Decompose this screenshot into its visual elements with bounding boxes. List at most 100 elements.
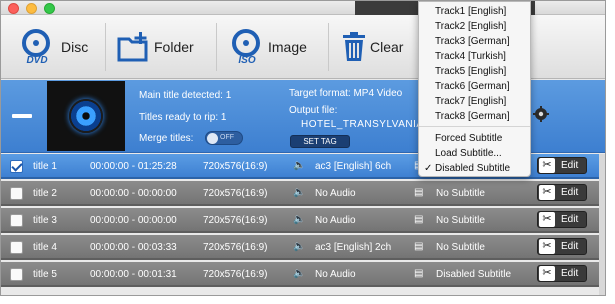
title-resolution: 720x576(16:9): [203, 215, 268, 226]
title-resolution: 720x576(16:9): [203, 161, 268, 172]
gear-icon[interactable]: [533, 106, 549, 122]
subtitle-track-option[interactable]: Track5 [English]: [419, 64, 530, 79]
speaker-icon: 🔈: [293, 160, 306, 171]
collapse-panel-button[interactable]: [12, 114, 32, 118]
subtitle-file-icon: ▤: [414, 187, 424, 198]
title-duration: 00:00:00 - 00:00:00: [90, 215, 177, 226]
svg-text:ISO: ISO: [238, 55, 255, 65]
toggle-knob: [207, 133, 218, 144]
title-resolution: 720x576(16:9): [203, 269, 268, 280]
title-checkbox[interactable]: [10, 241, 23, 254]
disc-artwork-icon: [69, 99, 103, 133]
subtitle-file-icon: ▤: [414, 214, 424, 225]
target-format[interactable]: Target format: MP4 Video: [289, 88, 402, 99]
subtitle-track-option[interactable]: Track2 [English]: [419, 19, 530, 34]
toolbar-divider: [216, 23, 217, 71]
edit-label: Edit: [561, 187, 579, 198]
subtitle-track-option[interactable]: Track3 [German]: [419, 34, 530, 49]
subtitle-select[interactable]: No Subtitle: [436, 242, 485, 253]
edit-button[interactable]: ✂ Edit: [537, 265, 587, 282]
title-name: title 5: [33, 269, 57, 280]
audio-track-select[interactable]: No Audio: [315, 188, 356, 199]
speaker-icon: 🔈: [293, 214, 306, 225]
minimize-window-button[interactable]: [26, 3, 37, 14]
audio-track-select[interactable]: ac3 [English] 2ch: [315, 242, 391, 253]
title-checkbox[interactable]: [10, 160, 23, 173]
subtitle-dropdown-menu: Track1 [English] Track2 [English] Track3…: [418, 1, 531, 177]
subtitle-track-option[interactable]: Track8 [German]: [419, 109, 530, 124]
merge-titles-label: Merge titles:: [139, 133, 194, 144]
titles-ready: Titles ready to rip: 1: [139, 112, 227, 123]
load-disc-button[interactable]: DVD Disc: [16, 29, 88, 65]
subtitle-select[interactable]: Disabled Subtitle: [436, 269, 511, 280]
output-file-label: Output file:: [289, 105, 338, 116]
title-row[interactable]: title 3 00:00:00 - 00:00:00 720x576(16:9…: [1, 208, 605, 233]
disc-thumbnail: [47, 81, 125, 151]
scrollbar[interactable]: [599, 154, 605, 295]
title-duration: 00:00:00 - 01:25:28: [90, 161, 177, 172]
merge-titles-toggle[interactable]: OFF: [205, 131, 243, 145]
audio-track-select[interactable]: No Audio: [315, 215, 356, 226]
title-checkbox[interactable]: [10, 214, 23, 227]
dvd-disc-icon: DVD: [22, 29, 50, 65]
folder-plus-icon: [117, 32, 148, 62]
subtitle-file-icon: ▤: [414, 241, 424, 252]
title-name: title 4: [33, 242, 57, 253]
clear-label: Clear: [370, 39, 404, 55]
checkmark-icon: ✓: [424, 163, 433, 174]
title-resolution: 720x576(16:9): [203, 242, 268, 253]
title-name: title 2: [33, 188, 57, 199]
title-resolution: 720x576(16:9): [203, 188, 268, 199]
image-label: Image: [268, 39, 307, 55]
set-tag-button[interactable]: SET TAG: [290, 135, 350, 148]
title-row[interactable]: title 4 00:00:00 - 00:03:33 720x576(16:9…: [1, 235, 605, 260]
zoom-window-button[interactable]: [44, 3, 55, 14]
svg-text:DVD: DVD: [26, 55, 47, 65]
output-file-name[interactable]: HOTEL_TRANSYLVANIA: [301, 119, 424, 130]
disabled-subtitle-option[interactable]: ✓ Disabled Subtitle: [419, 161, 530, 176]
subtitle-track-option[interactable]: Track6 [German]: [419, 79, 530, 94]
edit-button[interactable]: ✂ Edit: [537, 211, 587, 228]
scissors-icon: ✂: [539, 266, 555, 281]
load-iso-image-button[interactable]: ISO Image: [229, 29, 307, 65]
title-name: title 1: [33, 161, 57, 172]
subtitle-track-option[interactable]: Track7 [English]: [419, 94, 530, 109]
scissors-icon: ✂: [539, 158, 555, 173]
toggle-state: OFF: [220, 134, 234, 141]
load-folder-button[interactable]: Folder: [117, 29, 194, 65]
subtitle-select[interactable]: No Subtitle: [436, 215, 485, 226]
edit-label: Edit: [561, 268, 579, 279]
title-duration: 00:00:00 - 00:03:33: [90, 242, 177, 253]
edit-label: Edit: [561, 241, 579, 252]
title-checkbox[interactable]: [10, 187, 23, 200]
title-duration: 00:00:00 - 00:01:31: [90, 269, 177, 280]
title-checkbox[interactable]: [10, 268, 23, 281]
iso-image-icon: ISO: [232, 29, 260, 65]
title-name: title 3: [33, 215, 57, 226]
edit-button[interactable]: ✂ Edit: [537, 157, 587, 174]
title-duration: 00:00:00 - 00:00:00: [90, 188, 177, 199]
main-title-detected: Main title detected: 1: [139, 90, 232, 101]
subtitle-select[interactable]: No Subtitle: [436, 188, 485, 199]
title-row[interactable]: title 2 00:00:00 - 00:00:00 720x576(16:9…: [1, 181, 605, 206]
trash-icon: [343, 32, 365, 61]
forced-subtitle-option[interactable]: Forced Subtitle: [419, 131, 530, 146]
subtitle-file-icon: ▤: [414, 268, 424, 279]
subtitle-track-option[interactable]: Track4 [Turkish]: [419, 49, 530, 64]
speaker-icon: 🔈: [293, 268, 306, 279]
load-subtitle-option[interactable]: Load Subtitle...: [419, 146, 530, 161]
folder-label: Folder: [154, 39, 194, 55]
subtitle-track-option[interactable]: Track1 [English]: [419, 4, 530, 19]
edit-button[interactable]: ✂ Edit: [537, 184, 587, 201]
toolbar-divider: [105, 23, 106, 71]
close-window-button[interactable]: [8, 3, 19, 14]
disabled-subtitle-label: Disabled Subtitle: [435, 163, 511, 174]
audio-track-select[interactable]: No Audio: [315, 269, 356, 280]
menu-divider: [419, 126, 530, 127]
scissors-icon: ✂: [539, 239, 555, 254]
edit-button[interactable]: ✂ Edit: [537, 238, 587, 255]
title-row[interactable]: title 5 00:00:00 - 00:01:31 720x576(16:9…: [1, 262, 605, 287]
clear-button[interactable]: Clear: [341, 29, 403, 65]
disc-label: Disc: [61, 39, 89, 55]
audio-track-select[interactable]: ac3 [English] 6ch: [315, 161, 391, 172]
